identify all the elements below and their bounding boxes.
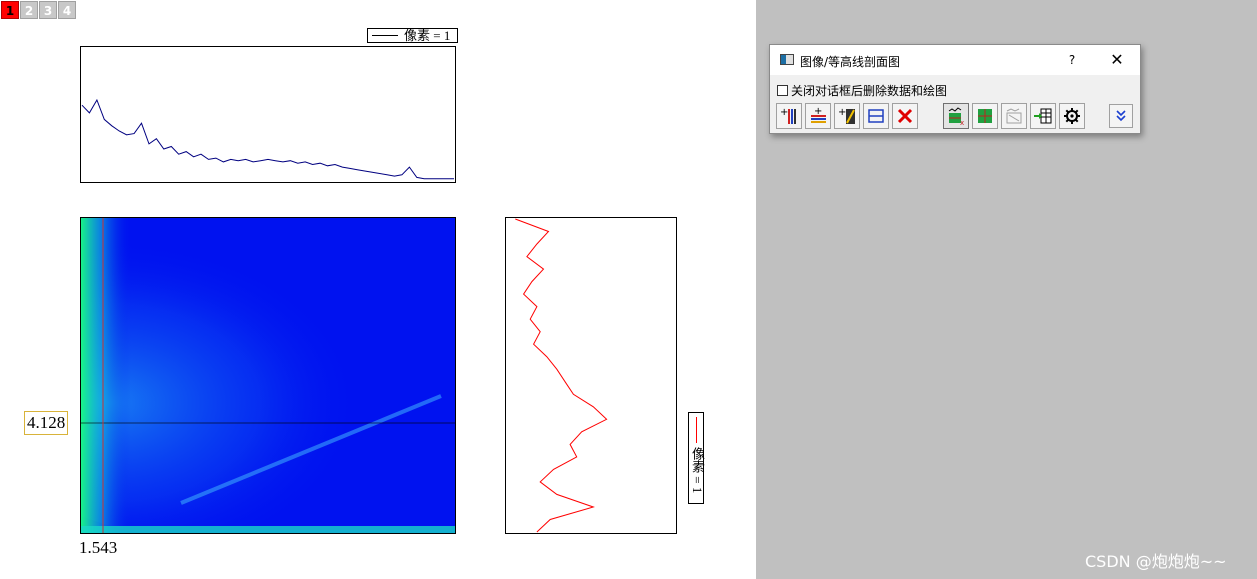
vertical-profile-plot[interactable] xyxy=(505,217,677,534)
add-arbitrary-line-button[interactable]: + xyxy=(834,103,860,129)
line-settings-button[interactable] xyxy=(863,103,889,129)
arbitrary-profile-icon xyxy=(1006,108,1022,124)
vertical-profile-svg xyxy=(515,218,608,533)
horizontal-profile-line xyxy=(81,98,454,180)
dialog-title: 图像/等高线剖面图 xyxy=(800,55,901,69)
double-chevron-down-icon xyxy=(1116,110,1126,122)
watermark: CSDN @炮炮炮~~ xyxy=(1085,552,1227,571)
right-legend[interactable]: 像素 = 1 xyxy=(688,412,705,504)
heatmap-left-edge xyxy=(81,218,131,533)
top-legend[interactable]: 像素 = 1 xyxy=(367,28,458,43)
image-plot[interactable] xyxy=(80,217,456,534)
red-x-delete-icon xyxy=(897,108,913,124)
legend-line-sample xyxy=(372,35,398,36)
legend-line-sample-red xyxy=(696,417,697,443)
gear-icon xyxy=(1064,108,1080,124)
graph-window: 1 2 3 4 像素 = 1 4.128 1.543 像素 = 1 xyxy=(0,0,756,579)
heatmap-bottom-edge xyxy=(81,526,455,533)
help-button[interactable]: ? xyxy=(1062,51,1082,69)
horizontal-profile-icon: x xyxy=(948,107,964,126)
settings-button[interactable] xyxy=(1059,103,1085,129)
layer-tabs: 1 2 3 4 xyxy=(1,1,76,19)
add-horizontal-line-button[interactable]: + xyxy=(805,103,831,129)
heatmap-image xyxy=(81,218,455,533)
horizontal-profile-svg xyxy=(81,98,454,180)
right-legend-label: 像素 = 1 xyxy=(690,447,705,494)
arbitrary-profile-button[interactable] xyxy=(1001,103,1027,129)
svg-text:x: x xyxy=(960,119,964,126)
horizontal-profile-plot[interactable] xyxy=(80,46,456,183)
close-button[interactable]: ✕ xyxy=(1106,49,1128,71)
layer-tab-4[interactable]: 4 xyxy=(58,1,76,19)
vertical-profile-line xyxy=(515,218,608,533)
vertical-profile-button[interactable] xyxy=(972,103,998,129)
y-cursor-readout: 4.128 xyxy=(24,411,69,435)
layer-tab-1[interactable]: 1 xyxy=(1,1,19,19)
svg-text:+: + xyxy=(838,107,846,118)
add-arbitrary-line-icon: + xyxy=(838,107,855,124)
vertical-profile-icon xyxy=(978,109,992,123)
delete-line-button[interactable] xyxy=(892,103,918,129)
layer-tab-2[interactable]: 2 xyxy=(20,1,38,19)
profile-dialog: 图像/等高线剖面图 ? ✕ 关闭对话框后删除数据和绘图 + + + x xyxy=(769,44,1141,134)
add-vertical-line-icon: + xyxy=(780,107,797,124)
svg-text:+: + xyxy=(780,107,788,118)
add-horizontal-line-icon: + xyxy=(811,106,826,123)
svg-text:+: + xyxy=(814,106,822,117)
add-vertical-line-button[interactable]: + xyxy=(776,103,802,129)
layer-tab-3[interactable]: 3 xyxy=(39,1,57,19)
dialog-app-icon xyxy=(780,54,794,65)
delete-on-close-checkbox[interactable]: 关闭对话框后删除数据和绘图 xyxy=(777,82,947,99)
dialog-title-bar[interactable]: 图像/等高线剖面图 ? ✕ xyxy=(770,45,1140,75)
checkbox-label: 关闭对话框后删除数据和绘图 xyxy=(791,84,948,98)
export-worksheet-icon xyxy=(1034,108,1052,124)
top-legend-label: 像素 = 1 xyxy=(404,28,451,43)
horizontal-profile-button[interactable]: x xyxy=(943,103,969,129)
expand-dialog-button[interactable] xyxy=(1109,104,1133,128)
checkbox-box[interactable] xyxy=(777,85,788,96)
x-cursor-readout: 1.543 xyxy=(79,538,118,557)
horizontal-lines-icon xyxy=(868,109,884,123)
export-worksheet-button[interactable] xyxy=(1030,103,1056,129)
